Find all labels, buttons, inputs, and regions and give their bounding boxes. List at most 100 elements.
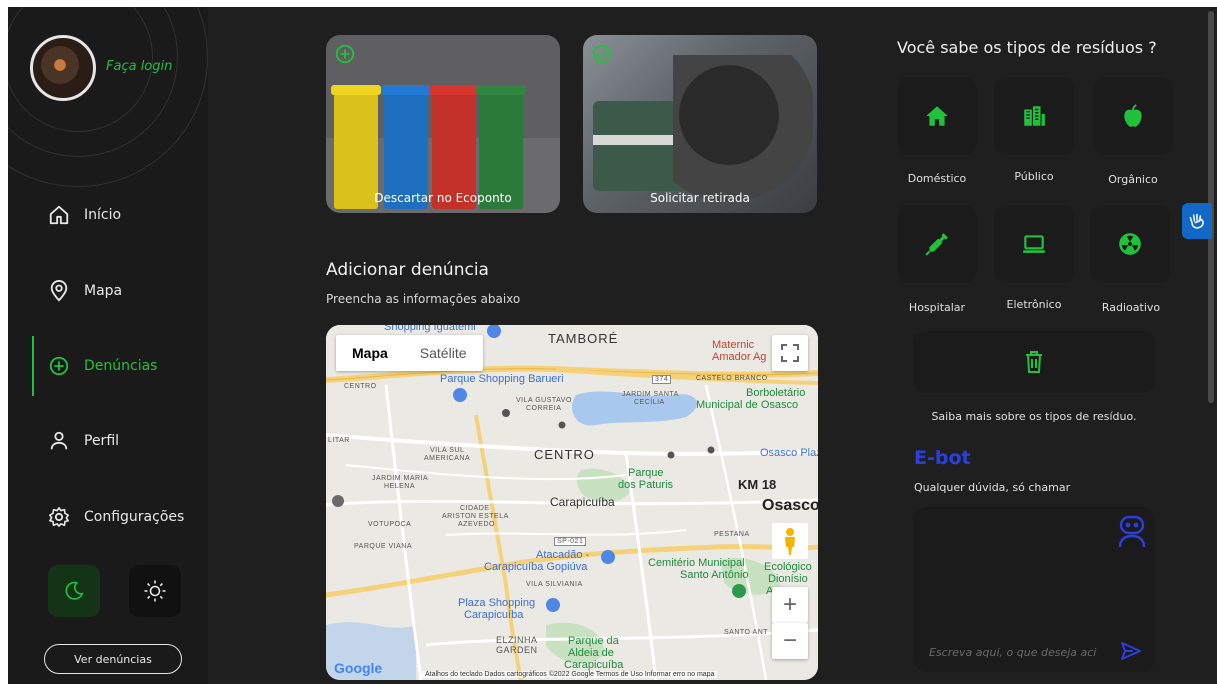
map-label: ARISTON ESTELA [442, 513, 509, 520]
map-label: VOTUPOCA [368, 521, 412, 528]
map-label: SANTO ANT [724, 629, 769, 636]
map-label: CORREIA [526, 405, 562, 412]
map[interactable]: Shopping Iguatemi TAMBORÉ Maternic Amado… [326, 325, 818, 680]
accessibility-button[interactable] [1182, 203, 1212, 239]
sun-icon [144, 580, 166, 602]
map-label: Osasco [762, 497, 818, 514]
waste-type-domestico-button[interactable] [897, 77, 977, 155]
waste-type-organico-button[interactable] [1093, 77, 1173, 155]
minus-icon: − [782, 627, 797, 654]
map-label: CASTELO BRANCO [696, 375, 768, 382]
avatar[interactable] [30, 35, 96, 101]
zoom-in-button[interactable]: + [772, 587, 808, 623]
light-theme-button[interactable] [129, 565, 181, 617]
map-label: Cemitério Municipal [648, 557, 745, 569]
waste-type-label: Hospitalar [908, 301, 966, 314]
map-label: Amador Ag [712, 351, 767, 363]
map-label: Carapicuíba [464, 609, 524, 621]
waste-type-label: Orgânico [1108, 173, 1158, 186]
login-link[interactable]: Faça login [106, 59, 172, 74]
map-label: AMERICANA [424, 455, 471, 462]
google-logo: Google [334, 660, 382, 676]
ebot-message-input[interactable] [929, 642, 1107, 662]
sidebar-item-perfil[interactable]: Perfil [8, 419, 208, 463]
zoom-out-button[interactable]: − [772, 623, 808, 659]
map-label: AZEVEDO [458, 521, 495, 528]
trash-icon [1026, 351, 1042, 373]
map-pin-icon [50, 280, 68, 302]
more-info-link[interactable]: Saiba mais sobre os tipos de resíduo. [913, 410, 1155, 423]
waste-types-title: Você sabe os tipos de resíduos ? [897, 38, 1157, 57]
plus-icon: + [782, 591, 797, 618]
sidebar-item-label: Perfil [84, 433, 120, 449]
map-label: TAMBORÉ [548, 331, 619, 346]
map-label: Osasco Plaz [760, 447, 818, 459]
waste-type-radioativo-button[interactable] [1090, 205, 1170, 283]
waste-type-publico-button[interactable] [994, 77, 1074, 155]
map-label: JARDIM SANTA [622, 391, 679, 398]
robot-icon [1118, 515, 1146, 548]
ebot-title: E-bot [914, 447, 971, 469]
map-type-map-button[interactable]: Mapa [336, 335, 404, 371]
dark-theme-button[interactable] [48, 565, 100, 617]
waste-type-label: Eletrônico [1006, 298, 1062, 311]
map-label: Santo Antônio [680, 569, 749, 581]
map-label: VILA GUSTAVO [516, 397, 572, 404]
map-label: PESTANA [714, 531, 750, 538]
ver-denuncias-button[interactable]: Ver denúncias [44, 644, 182, 674]
map-label: Parque [628, 467, 664, 479]
map-label: Atacadão - [536, 549, 590, 561]
map-label: SP-021 [554, 537, 587, 546]
sidebar: Faça login Início Mapa Denúncias Perfil … [8, 7, 208, 684]
moon-icon [65, 581, 84, 600]
map-label: VILA SUL [430, 447, 465, 454]
syringe-icon [925, 233, 948, 256]
retirada-card[interactable]: Solicitar retirada [583, 35, 817, 213]
map-label: CECÍLIA [634, 399, 665, 406]
sidebar-item-label: Início [84, 207, 122, 223]
fullscreen-button[interactable] [772, 335, 808, 371]
map-type-satellite-button[interactable]: Satélite [404, 335, 483, 371]
waste-type-hospitalar-button[interactable] [897, 205, 977, 283]
card-caption: Descartar no Ecoponto [374, 191, 512, 205]
map-label: GARDEN [496, 645, 538, 655]
plus-circle-icon [49, 356, 69, 376]
ecoponto-card[interactable]: Descartar no Ecoponto [326, 35, 560, 213]
buildings-icon [1024, 106, 1045, 126]
report-title: Adicionar denúncia [326, 260, 489, 280]
street-view-pegman-icon[interactable] [772, 523, 808, 559]
sidebar-item-configuracoes[interactable]: Configurações [8, 495, 208, 539]
gear-icon [49, 507, 69, 527]
map-label: JARDIM MARIA [372, 475, 429, 482]
sidebar-item-inicio[interactable]: Início [8, 193, 208, 237]
home-icon [49, 205, 69, 225]
map-label: HELENA [384, 483, 416, 490]
sidebar-item-label: Mapa [84, 283, 123, 299]
map-label: CENTRO [344, 383, 377, 390]
laptop-icon [1023, 235, 1045, 253]
user-icon [50, 431, 68, 450]
map-label: dos Paturis [618, 479, 674, 491]
map-label: CIDADE [460, 505, 490, 512]
card-caption: Solicitar retirada [650, 191, 750, 205]
radiation-icon [1119, 233, 1141, 255]
map-attribution[interactable]: Atalhos do teclado Dados cartográficos ©… [422, 671, 718, 678]
waste-type-eletronico-button[interactable] [994, 205, 1074, 283]
map-label: Borboletário [746, 387, 806, 399]
map-label: PARQUE VIANA [354, 543, 412, 550]
ebot-subtitle: Qualquer dúvida, só chamar [914, 481, 1071, 494]
send-icon[interactable] [1121, 642, 1141, 660]
app-window: Faça login Início Mapa Denúncias Perfil … [8, 7, 1217, 684]
sidebar-item-denuncias[interactable]: Denúncias [8, 336, 208, 396]
map-label: VILA SILVIANIA [526, 581, 583, 588]
waste-type-label: Público [1014, 170, 1054, 183]
map-label: Ecológico [764, 561, 812, 573]
map-label: Parque Shopping Barueri [440, 373, 564, 385]
map-label: Dionísio [768, 573, 808, 585]
map-label: Carapicuíba [564, 659, 624, 671]
fullscreen-icon [781, 344, 799, 362]
waste-type-label: Doméstico [907, 172, 967, 185]
sidebar-item-label: Denúncias [84, 358, 158, 374]
trash-info-button[interactable] [913, 331, 1155, 393]
sidebar-item-mapa[interactable]: Mapa [8, 269, 208, 313]
